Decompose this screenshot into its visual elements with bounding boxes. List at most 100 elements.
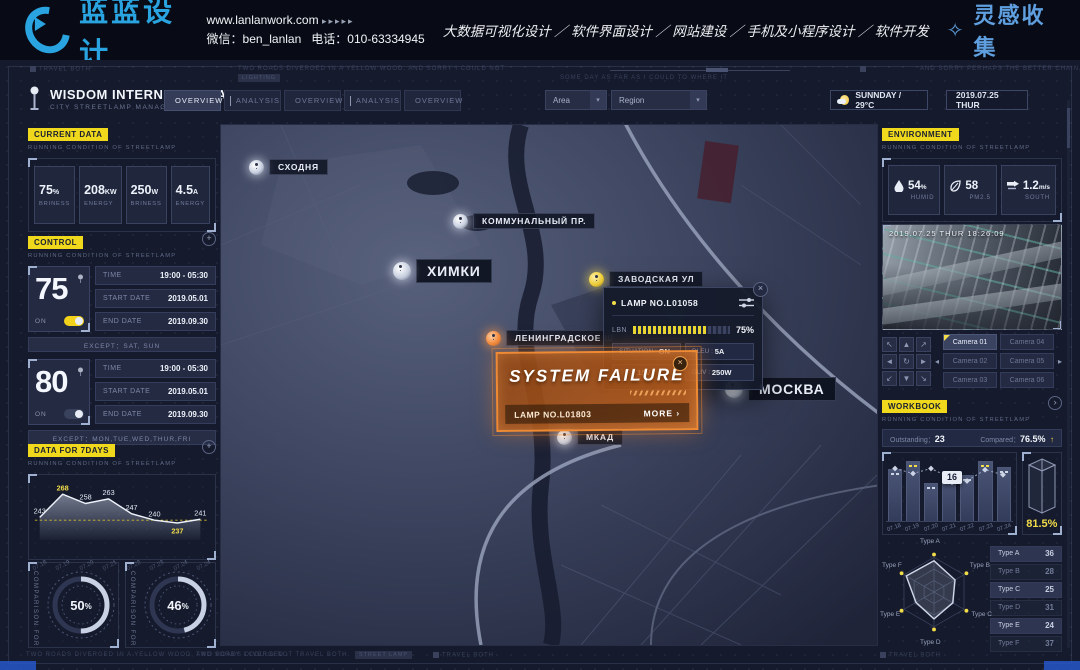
tab-overview-1[interactable]: OVERVIEW <box>164 90 221 111</box>
brightness-level-box: 80 ON <box>28 359 90 425</box>
brightness-level-box: 75 ON <box>28 266 90 332</box>
svg-text:268: 268 <box>57 483 69 492</box>
close-icon[interactable]: × <box>673 356 688 371</box>
tab-overview-3[interactable]: OVERVIEW <box>404 90 461 111</box>
pan-up-button[interactable]: ▲ <box>899 337 914 352</box>
svg-text:247: 247 <box>125 503 137 512</box>
region-dropdown[interactable]: Region▾ <box>611 90 707 110</box>
tab-overview-2[interactable]: OVERVIEW <box>284 90 341 111</box>
workbook-more-button[interactable]: › <box>1048 396 1062 410</box>
gauge-2: COMPARISON FOR 46% <box>125 562 216 648</box>
control-group-1: 75 ON TIME19:00 - 05:30 START DATE2019.0… <box>28 266 216 332</box>
legend-type-a[interactable]: Type A36 <box>990 546 1062 562</box>
up-arrow-icon: ↑ <box>1050 435 1054 444</box>
legend-type-b[interactable]: Type B28 <box>990 564 1062 580</box>
inspiration-collect[interactable]: ✧ 灵感收集 <box>947 0 1054 62</box>
pan-up-left-button[interactable]: ↖ <box>882 337 897 352</box>
env-humidity: 54% HUMID <box>888 165 940 215</box>
camera-next-icon[interactable]: ▸ <box>1058 357 1062 366</box>
panel-title-badge: CURRENT DATA <box>28 128 108 141</box>
more-button[interactable]: MORE › <box>643 408 680 418</box>
end-date-row[interactable]: END DATE2019.09.30 <box>95 405 216 424</box>
lbn-slider[interactable]: LBN 75% <box>612 325 754 335</box>
camera-05-button[interactable]: Camera 05 <box>1000 353 1054 369</box>
camera-02-button[interactable]: Camera 02 <box>943 353 997 369</box>
legend-type-d[interactable]: Type D31 <box>990 600 1062 616</box>
svg-text:237: 237 <box>171 527 183 536</box>
failure-lamp-id: LAMP NO.L01803 <box>514 409 591 420</box>
tab-analysis-2[interactable]: ANALYSIS <box>344 90 401 111</box>
deco-checkbox-travel: TRAVEL BOTH <box>30 66 91 73</box>
map-pin-yellow-icon <box>589 272 604 287</box>
stat-briness-2: 250W BRINESS <box>126 166 167 224</box>
lamp-toggle-2[interactable] <box>64 409 84 419</box>
city-map[interactable]: СХОДНЯ КОММУНАЛЬНЫЙ ПР. ХИМКИ ЗАВОДСКАЯ … <box>220 124 878 646</box>
end-date-row[interactable]: END DATE2019.09.30 <box>95 312 216 331</box>
panel-workbook: WORKBOOK RUNNING CONDITION OF STREETLAMP… <box>882 396 1062 535</box>
lamp-icon <box>77 271 84 289</box>
pan-down-right-button[interactable]: ↘ <box>916 371 931 386</box>
camera-prev-icon[interactable]: ◂ <box>935 357 939 366</box>
camera-06-button[interactable]: Camera 06 <box>1000 372 1054 388</box>
start-date-row[interactable]: START DATE2019.05.01 <box>95 382 216 401</box>
camera-feed[interactable]: 2019.07.25 THUR 18:26:09 <box>882 224 1062 330</box>
tab-analysis-1[interactable]: ANALYSIS <box>224 90 281 111</box>
panel-current-data: CURRENT DATA RUNNING CONDITION OF STREET… <box>28 124 216 232</box>
site-url[interactable]: www.lanlanwork.com <box>207 13 319 27</box>
chevron-down-icon: ▾ <box>590 91 606 109</box>
workbook-summary: Outstanding：23 Compared：76.5% ↑ <box>882 429 1062 447</box>
date-box: 2019.07.25 THUR <box>946 90 1028 110</box>
camera-03-button[interactable]: Camera 03 <box>943 372 997 388</box>
expand-chart-button[interactable]: + <box>202 440 216 454</box>
pan-left-button[interactable]: ◄ <box>882 354 897 369</box>
add-control-button[interactable]: + <box>202 232 216 246</box>
sun-cloud-icon <box>840 95 849 105</box>
dashboard-scrollbar[interactable] <box>1067 100 1070 648</box>
pan-down-left-button[interactable]: ↙ <box>882 371 897 386</box>
radar-chart: Type A Type B Type C Type D Type E Type … <box>882 538 986 646</box>
camera-04-button[interactable]: Camera 04 <box>1000 334 1054 350</box>
radar-legend: Type A36 Type B28 Type C25 Type D31 Type… <box>990 546 1062 652</box>
camera-dpad: ↖▲↗ ◄↻► ↙▼↘ <box>882 337 931 386</box>
arrows-icon: ▸▸▸▸▸ <box>322 16 355 26</box>
map-pin-icon <box>557 430 572 445</box>
time-row[interactable]: TIME19:00 - 05:30 <box>95 266 216 285</box>
svg-text:258: 258 <box>80 493 92 502</box>
wechat-label: 微信：ben_lanlan <box>207 32 302 46</box>
pan-up-right-button[interactable]: ↗ <box>916 337 931 352</box>
bar-tooltip: 16 <box>942 471 962 484</box>
deco-text-3: SOME DAY AS FAR AS I COULD TO WHERE IT <box>560 75 728 81</box>
map-label-skhodnya[interactable]: СХОДНЯ <box>249 159 328 175</box>
workbook-cube: 81.5% <box>1022 452 1062 535</box>
pan-right-button[interactable]: ► <box>916 354 931 369</box>
hatch-decoration <box>630 390 686 396</box>
logo-icon <box>16 0 79 62</box>
map-label-mkad[interactable]: МКАД <box>557 429 623 445</box>
camera-01-button[interactable]: Camera 01 <box>943 334 997 350</box>
legend-type-e[interactable]: Type E24 <box>990 618 1062 634</box>
map-label-khimki[interactable]: ХИМКИ <box>393 259 492 283</box>
workbook-x-axis: 07.1807.19 07.2007.21 07.2207.23 07.24 <box>886 522 1013 531</box>
start-date-row[interactable]: START DATE2019.05.01 <box>95 289 216 308</box>
footer-strip: TWO ROADS DIVERGED IN A YELLOW WOOD, AND… <box>0 650 1080 666</box>
lamp-toggle-1[interactable] <box>64 316 84 326</box>
time-row[interactable]: TIME19:00 - 05:30 <box>95 359 216 378</box>
deco-text-2: AND SORRY PERHAPS THE BETTER CHAIN, BECA… <box>920 66 1080 72</box>
week-line-chart: 243268258263247240237241 <box>28 474 216 560</box>
stat-energy: 208KW ENERGY <box>79 166 122 224</box>
deco-checkbox-2 <box>860 66 869 73</box>
deco-slider-track[interactable] <box>610 70 790 71</box>
area-dropdown[interactable]: Area▾ <box>545 90 607 110</box>
map-label-zavodskaya[interactable]: ЗАВОДСКАЯ УЛ <box>589 271 703 287</box>
site-header: 蓝蓝设计 www.lanlanwork.com ▸▸▸▸▸ 微信：ben_lan… <box>0 0 1080 60</box>
legend-type-c[interactable]: Type C25 <box>990 582 1062 598</box>
reset-view-button[interactable]: ↻ <box>899 354 914 369</box>
leaf-icon <box>950 180 961 192</box>
sliders-icon[interactable] <box>739 297 754 308</box>
panel-control: CONTROL RUNNING CONDITION OF STREETLAMP … <box>28 232 216 445</box>
close-icon[interactable]: × <box>753 282 768 297</box>
except-bar-1: EXCEPT：SAT, SUN <box>28 337 216 352</box>
map-label-kommunalny[interactable]: КОММУНАЛЬНЫЙ ПР. <box>453 213 595 229</box>
pan-down-button[interactable]: ▼ <box>899 371 914 386</box>
stat-energy-2: 4.5A ENERGY <box>171 166 210 224</box>
